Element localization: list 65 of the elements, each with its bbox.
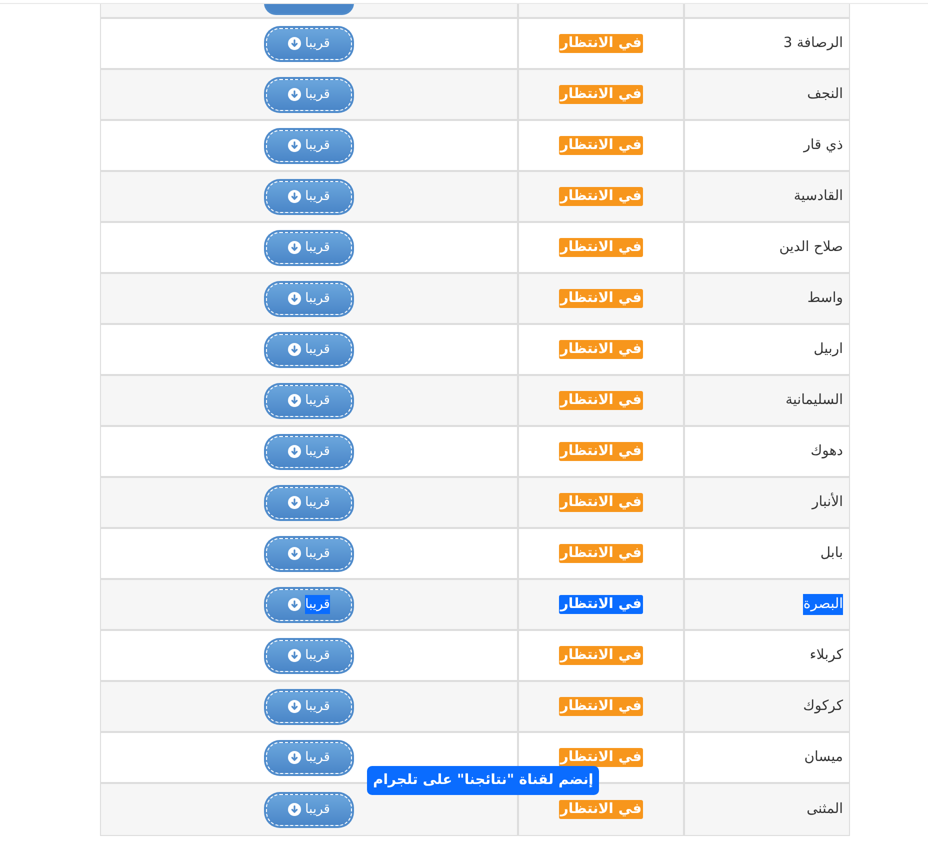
governorate-name: بابل bbox=[820, 544, 843, 563]
status-badge: في الانتظار bbox=[559, 595, 643, 614]
download-button[interactable]: قريبا bbox=[266, 180, 352, 212]
governorate-name: دهوك bbox=[810, 442, 843, 461]
governorate-name: البصرة bbox=[803, 594, 843, 615]
governorate-name: القادسية bbox=[794, 187, 843, 206]
status-badge: في الانتظار bbox=[559, 748, 643, 767]
status-badge: في الانتظار bbox=[559, 646, 643, 665]
download-button[interactable]: قريبا bbox=[266, 384, 352, 416]
download-button[interactable]: قريبا bbox=[266, 282, 352, 314]
status-badge: في الانتظار bbox=[559, 340, 643, 359]
status-badge: في الانتظار bbox=[559, 391, 643, 410]
download-icon bbox=[288, 37, 302, 50]
download-button[interactable]: قريبا bbox=[266, 232, 352, 264]
download-icon bbox=[288, 139, 302, 152]
download-icon bbox=[288, 445, 302, 458]
governorate-name: الرصافة 3 bbox=[783, 34, 843, 53]
download-icon bbox=[288, 751, 302, 764]
download-icon bbox=[288, 803, 302, 816]
download-button[interactable]: قريبا bbox=[266, 538, 352, 570]
governorate-name: اربيل bbox=[814, 340, 843, 359]
download-button[interactable]: قريبا bbox=[266, 742, 352, 774]
status-badge: في الانتظار bbox=[559, 442, 643, 461]
status-badge: في الانتظار bbox=[559, 544, 643, 563]
governorate-name: واسط bbox=[807, 289, 843, 308]
download-icon bbox=[288, 496, 302, 509]
download-icon bbox=[288, 292, 302, 305]
status-badge: في الانتظار bbox=[559, 85, 643, 104]
governorate-name: السليمانية bbox=[786, 391, 843, 410]
download-button[interactable]: قريبا bbox=[266, 334, 352, 366]
status-badge: في الانتظار bbox=[559, 34, 643, 53]
download-icon bbox=[288, 343, 302, 356]
download-icon bbox=[288, 700, 302, 713]
download-icon bbox=[288, 547, 302, 560]
download-icon bbox=[288, 394, 302, 407]
governorate-name: كركوك bbox=[803, 697, 843, 716]
download-button[interactable]: قريبا bbox=[266, 78, 352, 110]
status-badge: في الانتظار bbox=[559, 493, 643, 512]
status-badge: في الانتظار bbox=[559, 289, 643, 308]
download-icon bbox=[288, 190, 302, 203]
download-button[interactable]: قريبا bbox=[266, 436, 352, 468]
download-button[interactable]: قريبا bbox=[266, 486, 352, 518]
governorate-name: ميسان bbox=[804, 748, 843, 767]
governorate-name: كربلاء bbox=[810, 646, 843, 665]
download-button[interactable]: قريبا bbox=[266, 28, 352, 60]
download-icon bbox=[288, 88, 302, 101]
governorate-name: النجف bbox=[807, 85, 843, 104]
status-badge: في الانتظار bbox=[559, 136, 643, 155]
status-badge: في الانتظار bbox=[559, 187, 643, 206]
status-badge: في الانتظار bbox=[559, 697, 643, 716]
governorate-name: الأنبار bbox=[812, 492, 843, 512]
download-icon bbox=[288, 598, 302, 611]
download-icon bbox=[288, 241, 302, 254]
download-icon bbox=[288, 649, 302, 662]
download-button[interactable]: قريبا bbox=[266, 640, 352, 672]
download-button[interactable]: قريبا bbox=[266, 588, 352, 620]
telegram-banner[interactable]: إنضم لقناة "نتائجنا" على تلجرام bbox=[367, 766, 600, 795]
governorate-name: صلاح الدين bbox=[779, 238, 843, 257]
governorate-name: المثنى bbox=[806, 800, 843, 819]
download-button[interactable]: قريبا bbox=[266, 794, 352, 826]
download-button[interactable]: قريبا bbox=[266, 690, 352, 722]
download-button[interactable]: قريبا bbox=[266, 130, 352, 162]
status-badge: في الانتظار bbox=[559, 800, 643, 819]
governorate-name: ذي قار bbox=[804, 136, 843, 155]
status-badge: في الانتظار bbox=[559, 238, 643, 257]
